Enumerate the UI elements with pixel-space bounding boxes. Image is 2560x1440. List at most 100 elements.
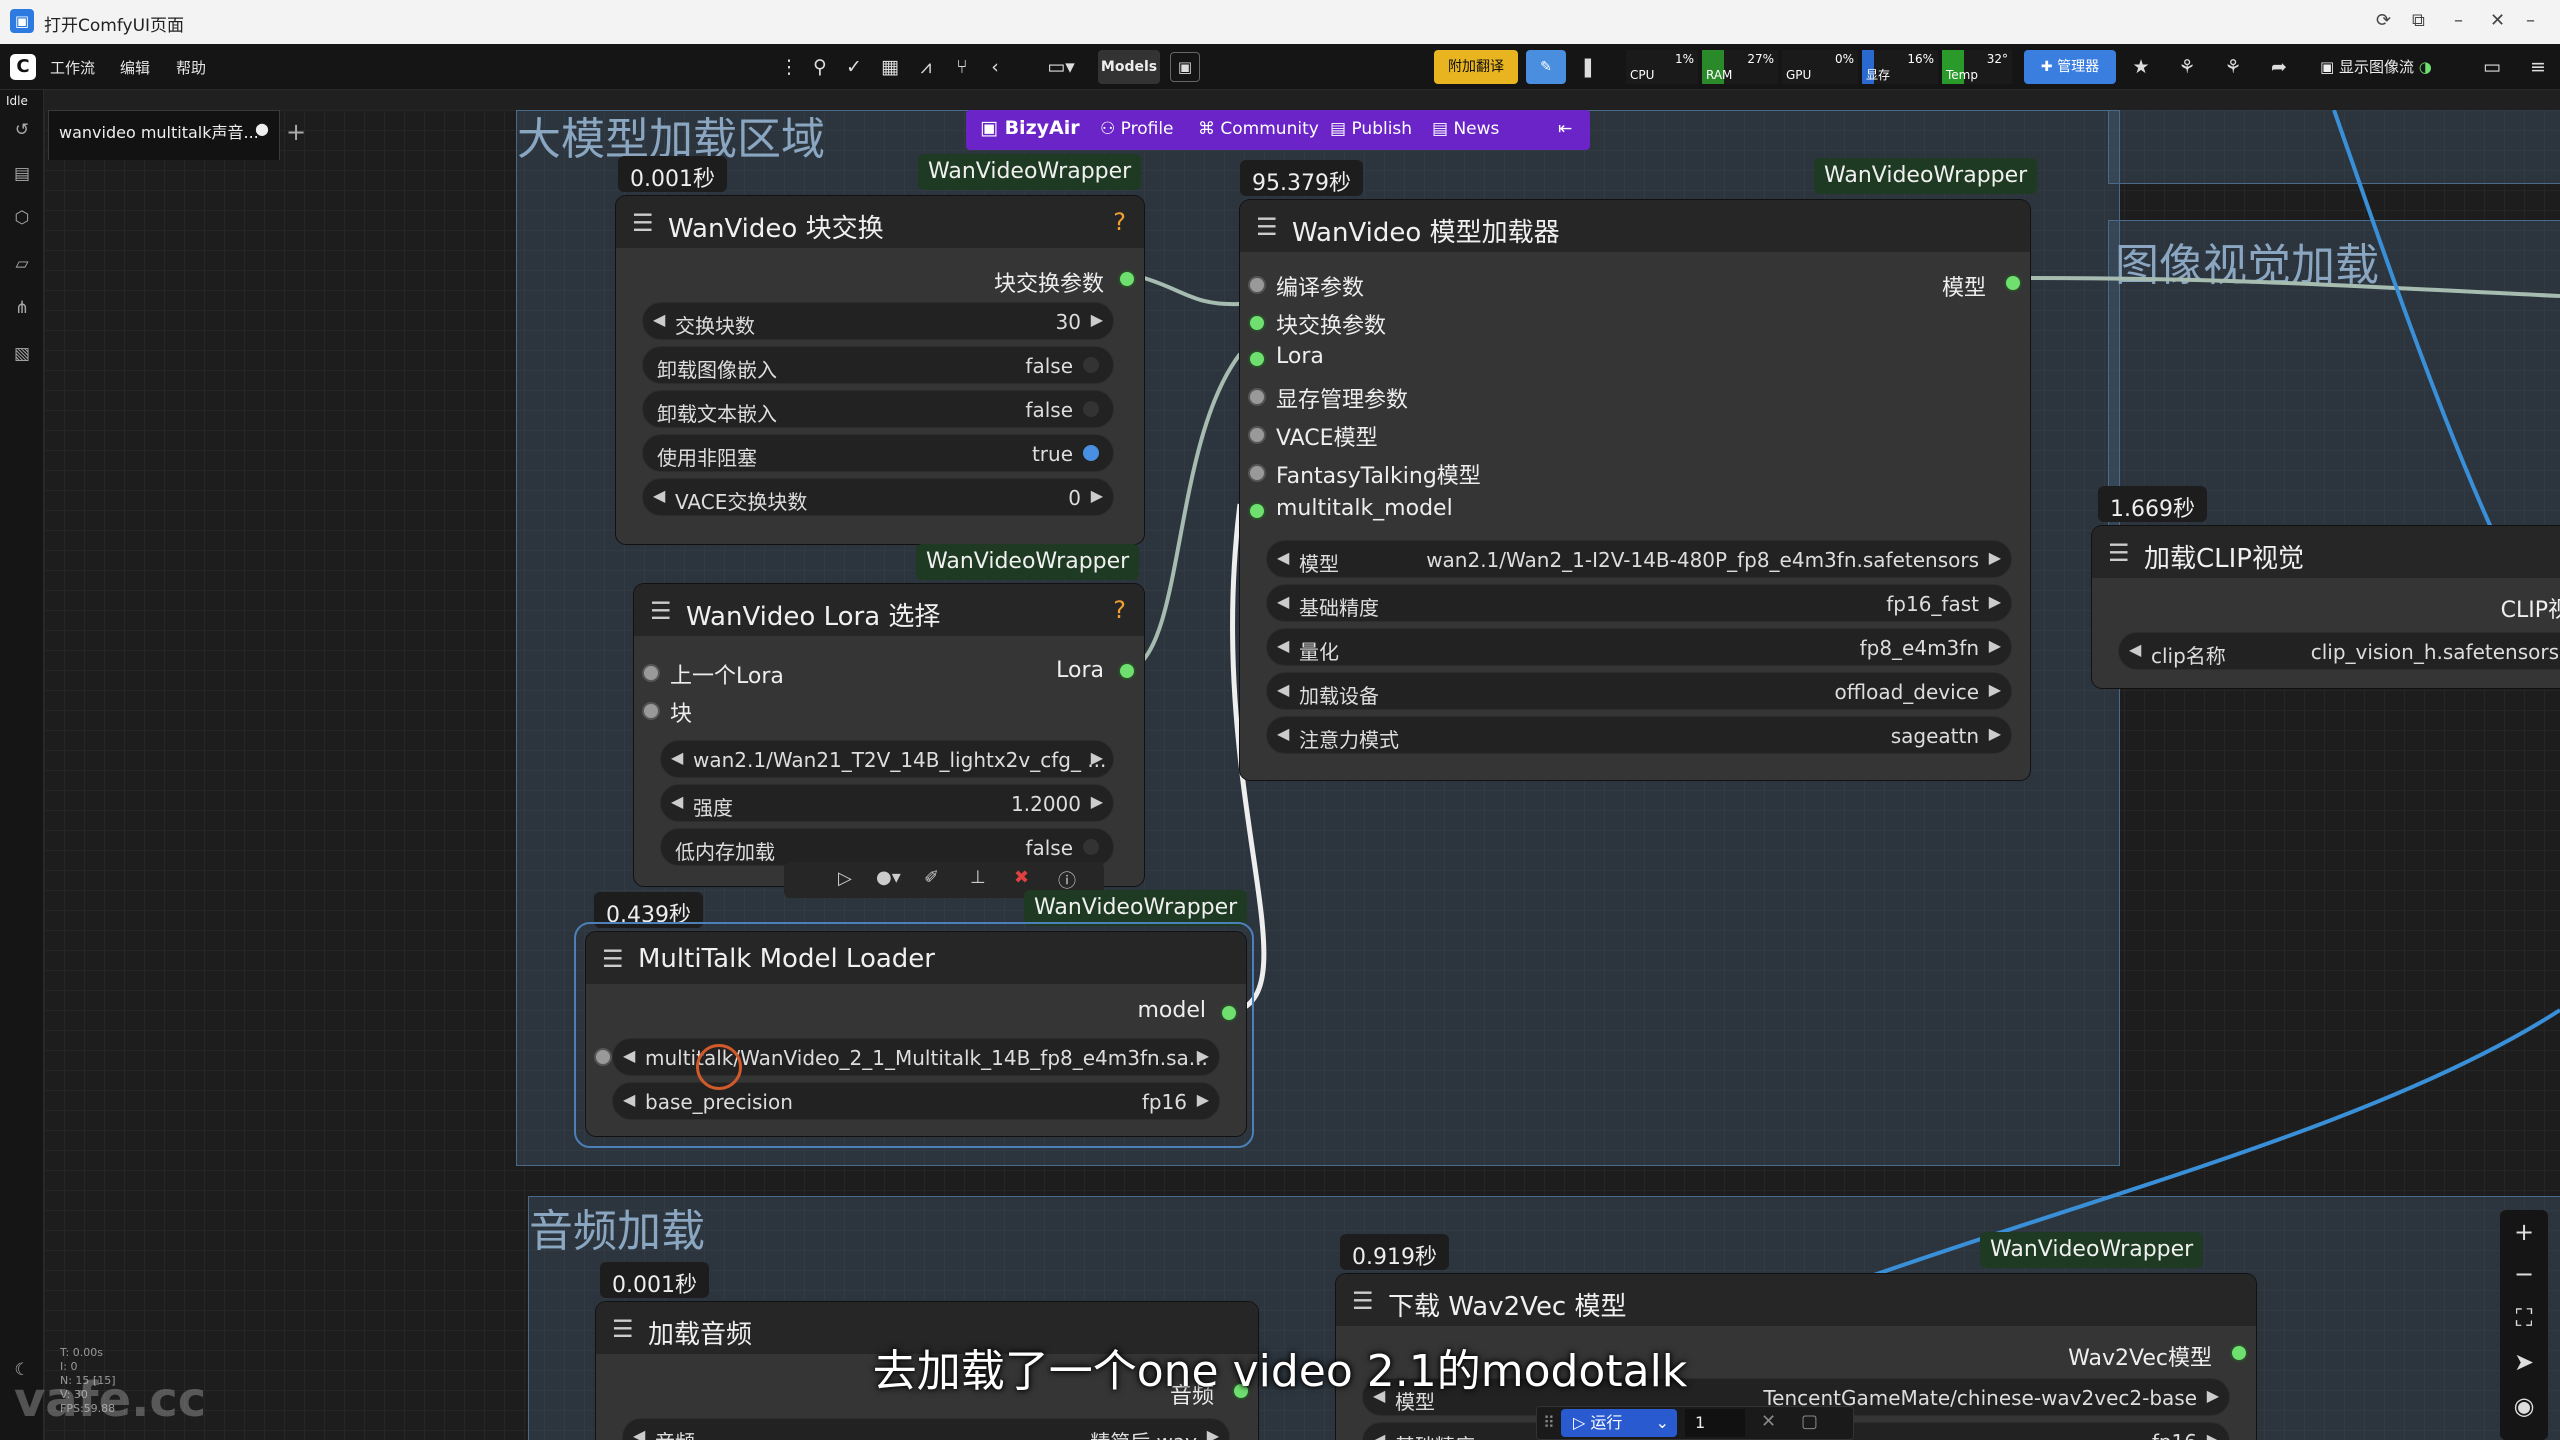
increment-icon[interactable]: ▶ [1989, 636, 2001, 655]
decrement-icon[interactable]: ◀ [1373, 1430, 1385, 1440]
cube-icon[interactable]: ⬡ [12, 208, 32, 228]
widget-base-precision[interactable]: ◀ 基础精度 fp16_fast ▶ [1266, 584, 2012, 622]
decrement-icon[interactable]: ◀ [1277, 636, 1289, 655]
input-socket[interactable] [1250, 278, 1264, 292]
cancel-icon[interactable]: ✕ [1761, 1411, 1776, 1432]
menu-workflow[interactable]: 工作流 [50, 57, 95, 78]
node-title[interactable]: ☰ MultiTalk Model Loader [586, 932, 1246, 984]
zoom-in-icon[interactable]: + [2506, 1218, 2542, 1254]
decrement-icon[interactable]: ◀ [623, 1046, 635, 1065]
decrement-icon[interactable]: ◀ [1277, 592, 1289, 611]
node-alt-icon[interactable]: ⚘ [2218, 50, 2248, 84]
decrement-icon[interactable]: ◀ [653, 310, 665, 329]
input-socket[interactable] [644, 666, 658, 680]
increment-icon[interactable]: ▶ [1989, 592, 2001, 611]
help-icon[interactable]: ? [1113, 208, 1126, 236]
toggle[interactable] [1083, 401, 1099, 417]
bypass-icon[interactable]: ✐ [924, 867, 939, 888]
toggle[interactable] [1083, 839, 1099, 855]
branch-icon[interactable]: ⑂ [948, 50, 976, 84]
node-title[interactable]: ☰ WanVideo 块交换 ? [616, 196, 1144, 248]
node-title[interactable]: ☰ 加载CLIP视觉 [2092, 526, 2560, 578]
input-socket[interactable] [1250, 428, 1264, 442]
widget-load-device[interactable]: ◀ 加载设备 offload_device ▶ [1266, 672, 2012, 710]
stop-icon[interactable]: ▢ [1801, 1411, 1818, 1432]
help-icon[interactable]: ? [1113, 596, 1126, 624]
external-link-icon[interactable]: ⧉ [2412, 10, 2425, 31]
template-icon[interactable]: ▧ [12, 344, 32, 364]
node-clip-vision[interactable]: ☰ 加载CLIP视觉 CLIP视觉 ◀ clip名称 clip_vision_h… [2092, 526, 2560, 688]
panel-icon[interactable]: ▭ [2478, 50, 2506, 84]
input-socket[interactable] [596, 1050, 610, 1064]
play-icon[interactable]: ▷ [838, 868, 852, 889]
widget-attention-mode[interactable]: ◀ 注意力模式 sageattn ▶ [1266, 716, 2012, 754]
chart-icon[interactable]: ⩘ [912, 50, 940, 84]
show-image-flow-button[interactable]: ▣ 显示图像流 ◑ [2320, 56, 2432, 77]
decrement-icon[interactable]: ◀ [1277, 680, 1289, 699]
widget-swap-blocks[interactable]: ◀ 交换块数 30 ▶ [642, 302, 1114, 340]
table-icon[interactable]: ▦ [876, 50, 904, 84]
node-title[interactable]: ☰ WanVideo Lora 选择 ? [634, 584, 1144, 636]
graph-canvas[interactable]: 大模型加载区域 图像视觉加载 音频加载 ▣ BizyAir ⚇ Profile … [44, 110, 2560, 1440]
folder-dropdown-icon[interactable]: ▭▾ [1038, 50, 1084, 84]
widget-low-mem[interactable]: 低内存加载 false [660, 828, 1114, 866]
node-title[interactable]: ☰ WanVideo 模型加载器 [1240, 200, 2030, 252]
bookmark-icon[interactable]: ❚ [1574, 50, 1602, 84]
decrement-icon[interactable]: ◀ [1277, 548, 1289, 567]
check-circle-icon[interactable]: ✓ [840, 50, 868, 84]
input-socket[interactable] [1250, 390, 1264, 404]
menu-help[interactable]: 帮助 [176, 57, 206, 78]
new-tab-plus-icon[interactable]: + [286, 118, 306, 146]
node-title[interactable]: ☰ 下载 Wav2Vec 模型 [1336, 1274, 2256, 1326]
queue-list-icon[interactable]: ▤ [12, 164, 32, 184]
node-lora-select[interactable]: ☰ WanVideo Lora 选择 ? 上一个Lora 块 Lora ◀ wa… [634, 584, 1144, 886]
sitemap-icon[interactable]: ⋔ [12, 298, 32, 318]
decrement-icon[interactable]: ◀ [633, 1426, 645, 1440]
toggle[interactable] [1083, 445, 1099, 461]
minimize-button[interactable]: – [2454, 10, 2463, 31]
sketch-icon[interactable]: ✎ [1526, 50, 1566, 84]
output-socket[interactable] [1120, 272, 1134, 286]
increment-icon[interactable]: ▶ [2207, 1430, 2219, 1440]
input-socket[interactable] [1250, 466, 1264, 480]
increment-icon[interactable]: ▶ [1091, 748, 1103, 767]
increment-icon[interactable]: ▶ [1091, 792, 1103, 811]
decrement-icon[interactable]: ◀ [671, 748, 683, 767]
output-socket[interactable] [1120, 664, 1134, 678]
chevron-down-icon[interactable]: ⌄ [1656, 1409, 1669, 1437]
node-menu-icon[interactable]: ☰ [602, 945, 624, 973]
node-menu-icon[interactable]: ☰ [1352, 1287, 1374, 1315]
increment-icon[interactable]: ▶ [1091, 310, 1103, 329]
unsaved-dot-icon[interactable]: ● [255, 119, 269, 138]
widget-vace-blocks[interactable]: ◀ VACE交换块数 0 ▶ [642, 478, 1114, 516]
widget-quantization[interactable]: ◀ 量化 fp8_e4m3fn ▶ [1266, 628, 2012, 666]
increment-icon[interactable]: ▶ [1197, 1090, 1209, 1109]
increment-icon[interactable]: ▶ [1197, 1046, 1209, 1065]
translate-button[interactable]: 附加翻译 [1434, 50, 1518, 84]
hamburger-menu-icon[interactable]: ≡ [2524, 50, 2552, 84]
input-socket[interactable] [1250, 352, 1264, 366]
input-socket[interactable] [1250, 316, 1264, 330]
decrement-icon[interactable]: ◀ [623, 1090, 635, 1109]
share-icon[interactable]: ➦ [2264, 50, 2294, 84]
folder-icon[interactable]: ▱ [12, 254, 32, 274]
widget-clip-name[interactable]: ◀ clip名称 clip_vision_h.safetensors ▶ [2118, 632, 2560, 670]
input-socket[interactable] [1250, 504, 1264, 518]
decrement-icon[interactable]: ◀ [2129, 640, 2141, 659]
node-block-swap[interactable]: ☰ WanVideo 块交换 ? 块交换参数 ◀ 交换块数 30 ▶ 卸载图像嵌… [616, 196, 1144, 544]
decrement-icon[interactable]: ◀ [653, 486, 665, 505]
manager-button[interactable]: ✚ 管理器 [2024, 50, 2116, 84]
widget-model[interactable]: ◀ 模型 wan2.1/Wan2_1-I2V-14B-480P_fp8_e4m3… [1266, 540, 2012, 578]
trash-icon[interactable]: ✖ [1014, 867, 1029, 888]
refresh-icon[interactable]: ⟳ [2376, 10, 2391, 31]
node-model-loader[interactable]: ☰ WanVideo 模型加载器 编译参数 块交换参数 Lora 显存管理参数 … [1240, 200, 2030, 780]
more-vertical-icon[interactable]: ⋮ [778, 50, 800, 84]
decrement-icon[interactable]: ◀ [671, 792, 683, 811]
widget-audio-file[interactable]: ◀ 音频 精简后.wav ▶ [622, 1418, 1230, 1440]
node-multitalk-loader[interactable]: ☰ MultiTalk Model Loader model ◀ multita… [586, 932, 1246, 1136]
drag-handle-icon[interactable]: ⠿ [1543, 1413, 1555, 1432]
widget-non-blocking[interactable]: 使用非阻塞 true [642, 434, 1114, 472]
decrement-icon[interactable]: ◀ [1277, 724, 1289, 743]
run-button[interactable]: ▷ 运行 ⌄ [1561, 1409, 1677, 1437]
zoom-out-icon[interactable]: − [2506, 1260, 2542, 1296]
